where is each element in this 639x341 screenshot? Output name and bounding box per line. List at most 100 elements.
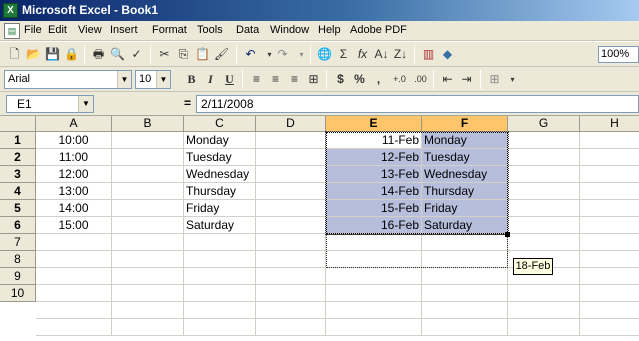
empty-cell[interactable] [112,132,184,149]
empty-cell[interactable] [326,319,422,336]
menu-format[interactable]: Format [152,24,187,36]
print-preview-icon[interactable]: 🔍 [108,45,127,64]
cell-a2[interactable]: 11:00 [36,149,112,166]
column-header[interactable]: F [422,116,508,132]
excel-app-icon[interactable]: X [3,3,18,18]
italic-button[interactable]: I [201,70,220,89]
empty-cell[interactable] [256,217,326,234]
empty-cell[interactable] [112,319,184,336]
empty-cell[interactable] [256,319,326,336]
empty-cell[interactable] [580,302,639,319]
zoom-box[interactable]: 100% [598,46,639,63]
save-icon[interactable]: 💾 [43,45,62,64]
empty-cell[interactable] [508,302,580,319]
empty-cell[interactable] [580,285,639,302]
empty-cell[interactable] [112,166,184,183]
empty-cell[interactable] [508,166,580,183]
menu-insert[interactable]: Insert [110,24,138,36]
empty-cell[interactable] [580,251,639,268]
empty-cell[interactable] [36,319,112,336]
empty-cell[interactable] [580,234,639,251]
empty-cell[interactable] [422,319,508,336]
empty-cell[interactable] [580,166,639,183]
empty-cell[interactable] [184,285,256,302]
menu-window[interactable]: Window [270,24,309,36]
empty-cell[interactable] [256,251,326,268]
formula-input[interactable]: 2/11/2008 [196,95,639,113]
empty-cell[interactable] [256,166,326,183]
column-header[interactable]: E [326,116,422,132]
bold-button[interactable]: B [182,70,201,89]
cell-c6[interactable]: Saturday [184,217,256,234]
empty-cell[interactable] [326,285,422,302]
empty-cell[interactable] [326,268,422,285]
empty-cell[interactable] [508,183,580,200]
empty-cell[interactable] [112,234,184,251]
percent-button[interactable]: % [350,70,369,89]
empty-cell[interactable] [256,285,326,302]
menu-help[interactable]: Help [318,24,341,36]
chevron-down-icon[interactable]: ▼ [117,71,131,88]
empty-cell[interactable] [112,251,184,268]
empty-cell[interactable] [580,268,639,285]
empty-cell[interactable] [256,132,326,149]
menu-file[interactable]: File [24,24,42,36]
row-header[interactable]: 9 [0,268,36,285]
empty-cell[interactable] [580,200,639,217]
align-left-icon[interactable]: ≡ [247,70,266,89]
chevron-down-icon[interactable]: ▼ [156,71,170,88]
cell-e5[interactable]: 15-Feb [326,200,422,217]
cell-f5[interactable]: Friday [422,200,508,217]
sort-ascending-icon[interactable]: A↓ [372,45,391,64]
empty-cell[interactable] [422,268,508,285]
column-header[interactable]: D [256,116,326,132]
empty-cell[interactable] [326,234,422,251]
empty-cell[interactable] [112,268,184,285]
empty-cell[interactable] [580,217,639,234]
cell-c4[interactable]: Thursday [184,183,256,200]
spelling-icon[interactable]: ✓ [127,45,146,64]
empty-cell[interactable] [508,319,580,336]
empty-cell[interactable] [112,285,184,302]
empty-cell[interactable] [112,183,184,200]
cell-f1[interactable]: Monday [422,132,508,149]
empty-cell[interactable] [112,302,184,319]
cell-c2[interactable]: Tuesday [184,149,256,166]
row-header[interactable]: 7 [0,234,36,251]
empty-cell[interactable] [36,234,112,251]
row-header[interactable]: 5 [0,200,36,217]
drawing-icon[interactable]: ◆ [438,45,457,64]
empty-cell[interactable] [580,183,639,200]
empty-cell[interactable] [422,285,508,302]
empty-cell[interactable] [184,251,256,268]
row-header[interactable]: 3 [0,166,36,183]
cell-e1-active[interactable]: 11-Feb [326,132,422,149]
cell-c3[interactable]: Wednesday [184,166,256,183]
align-right-icon[interactable]: ≡ [285,70,304,89]
underline-button[interactable]: U [220,70,239,89]
row-header[interactable]: 6 [0,217,36,234]
row-header[interactable]: 4 [0,183,36,200]
menu-edit[interactable]: Edit [48,24,67,36]
currency-button[interactable]: $ [331,70,350,89]
cell-f4[interactable]: Thursday [422,183,508,200]
merge-center-icon[interactable]: ⊞ [304,70,323,89]
select-all-corner[interactable] [0,116,36,132]
sort-descending-icon[interactable]: Z↓ [391,45,410,64]
empty-cell[interactable] [326,251,422,268]
cell-e2[interactable]: 12-Feb [326,149,422,166]
redo-icon[interactable]: ↷ [273,45,292,64]
cell-e3[interactable]: 13-Feb [326,166,422,183]
name-box[interactable]: E1 ▼ [6,95,94,113]
menu-tools[interactable]: Tools [197,24,223,36]
align-center-icon[interactable]: ≡ [266,70,285,89]
column-header[interactable]: B [112,116,184,132]
cell-c1[interactable]: Monday [184,132,256,149]
paste-icon[interactable]: 📋 [193,45,212,64]
autosum-icon[interactable]: Σ [334,45,353,64]
menu-view[interactable]: View [78,24,102,36]
new-icon[interactable]: 🗋 [5,45,24,64]
empty-cell[interactable] [580,319,639,336]
empty-cell[interactable] [36,251,112,268]
decrease-decimal-icon[interactable]: .00 [411,70,430,89]
